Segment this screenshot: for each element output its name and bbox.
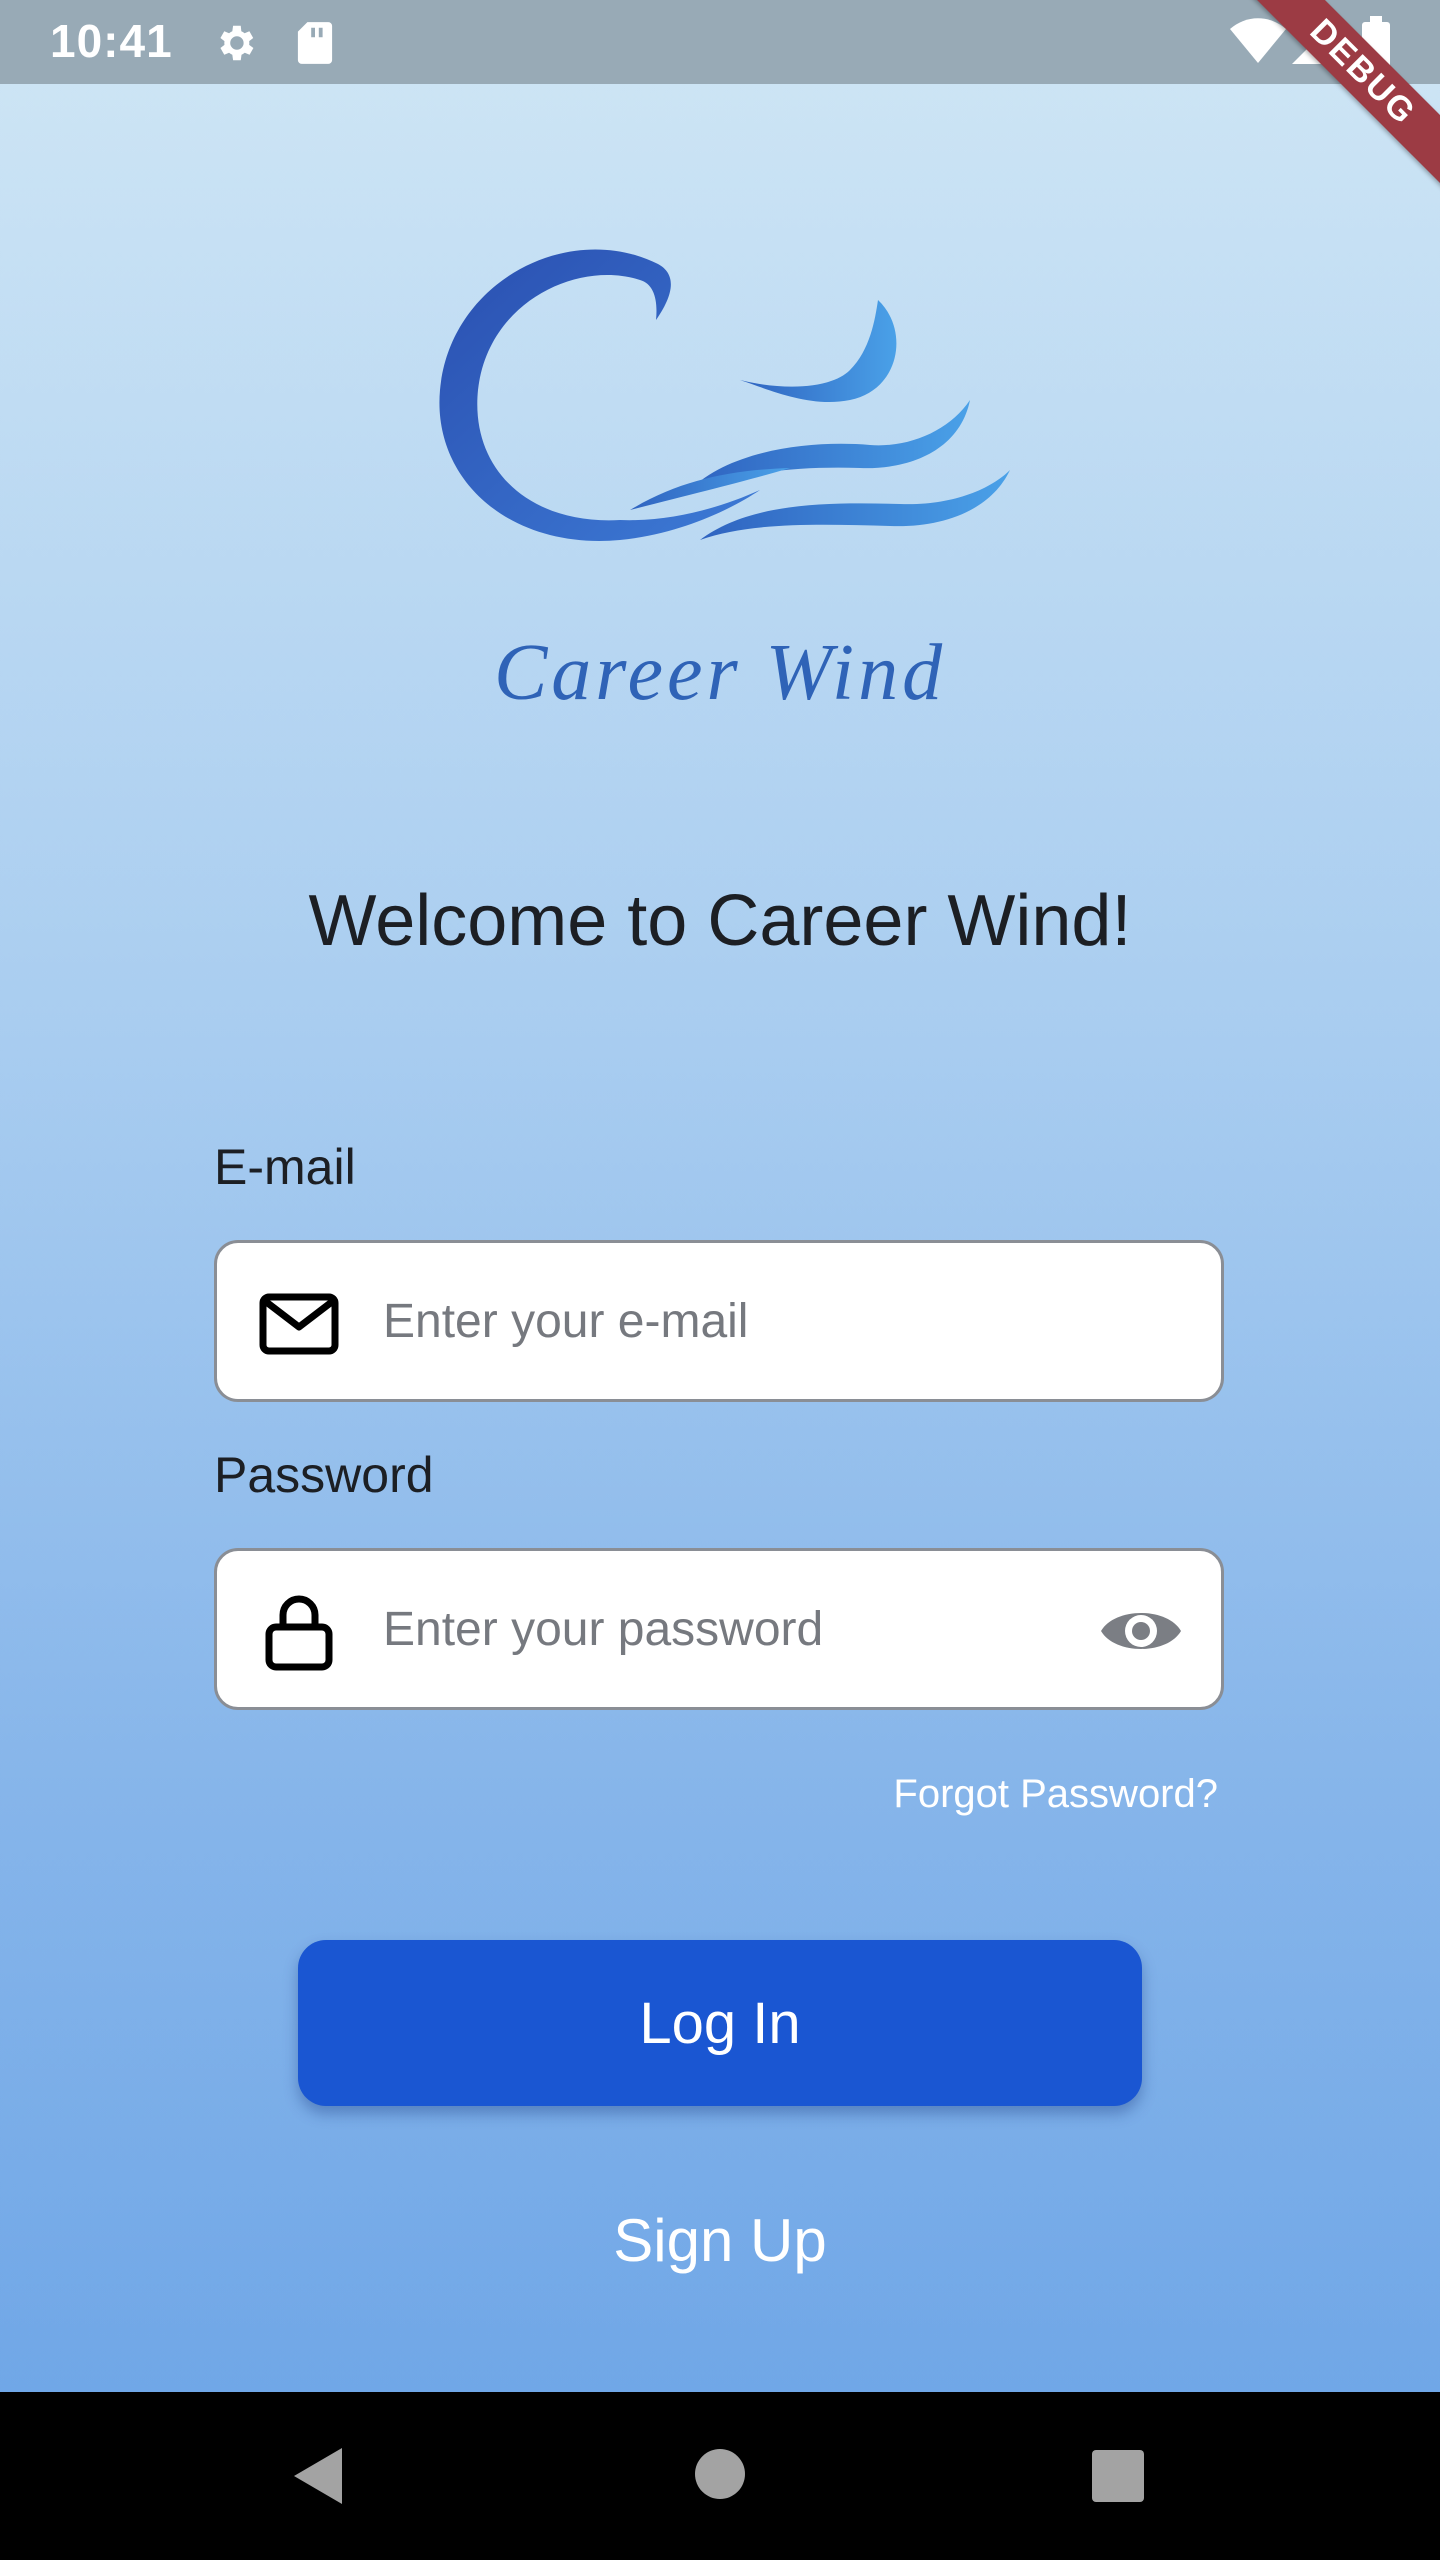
sd-card-icon bbox=[297, 22, 333, 64]
forgot-password-link[interactable]: Forgot Password? bbox=[893, 1772, 1218, 1817]
career-wind-logo bbox=[439, 249, 1010, 541]
navigation-bar bbox=[0, 2392, 1440, 2560]
gear-icon bbox=[220, 25, 254, 61]
recents-icon[interactable] bbox=[1092, 2450, 1144, 2502]
password-label: Password bbox=[214, 1447, 434, 1503]
mail-icon bbox=[259, 1293, 339, 1355]
lock-icon bbox=[265, 1595, 333, 1671]
password-field[interactable] bbox=[214, 1548, 1224, 1710]
signup-link[interactable]: Sign Up bbox=[0, 2206, 1440, 2275]
back-icon[interactable] bbox=[290, 2444, 346, 2508]
status-time: 10:41 bbox=[50, 15, 173, 67]
wifi-icon bbox=[1230, 18, 1286, 63]
password-input[interactable] bbox=[383, 1551, 1083, 1707]
email-input[interactable] bbox=[383, 1243, 1083, 1399]
eye-icon[interactable] bbox=[1101, 1603, 1181, 1659]
email-label: E-mail bbox=[214, 1139, 356, 1195]
login-button[interactable]: Log In bbox=[298, 1940, 1142, 2106]
brand-name: Career Wind bbox=[493, 629, 947, 717]
email-field[interactable] bbox=[214, 1240, 1224, 1402]
welcome-title: Welcome to Career Wind! bbox=[308, 881, 1132, 961]
status-bar: 10:41 DEBUG bbox=[0, 0, 1440, 206]
home-icon[interactable] bbox=[694, 2448, 746, 2500]
